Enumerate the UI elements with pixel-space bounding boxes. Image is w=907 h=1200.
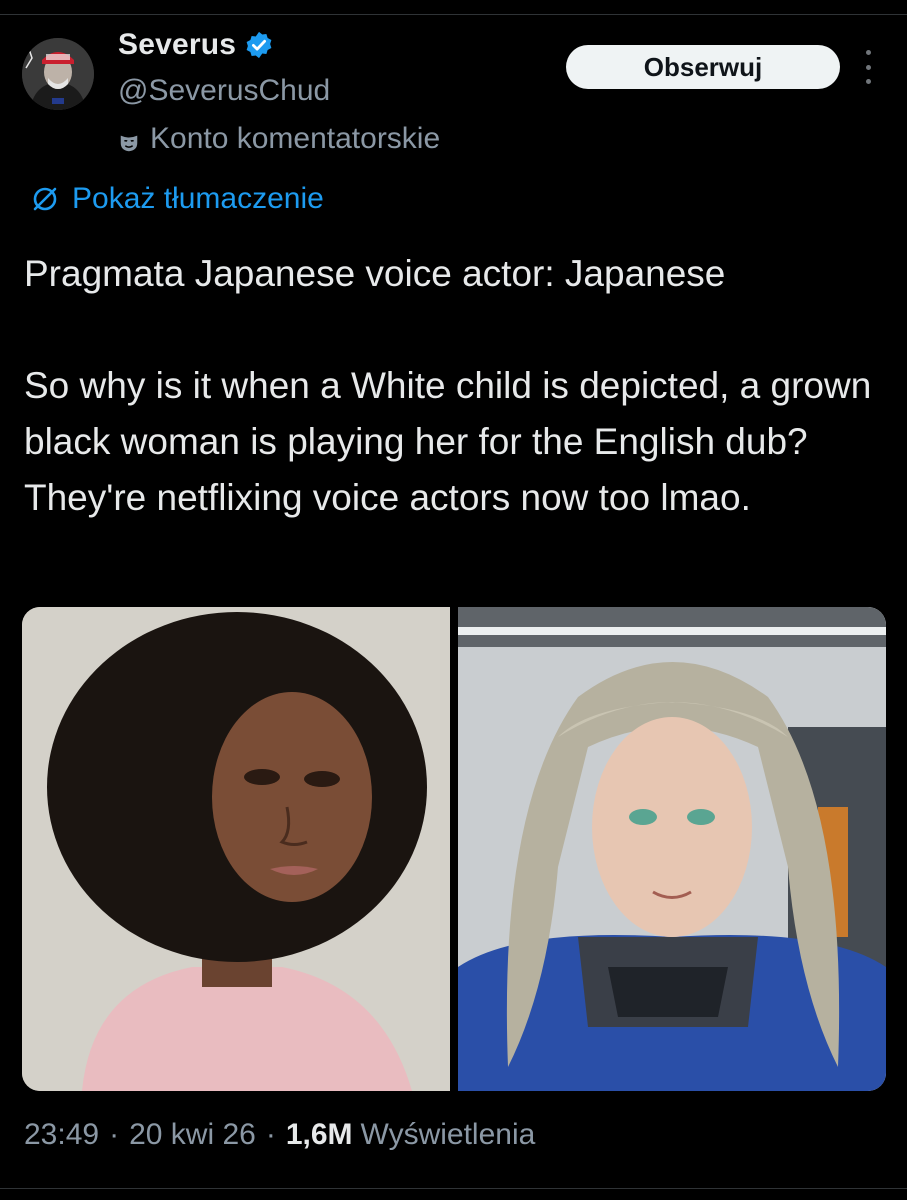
tweet-text: Pragmata Japanese voice actor: Japanese … (24, 253, 872, 518)
show-translation-link[interactable]: Pokaż tłumaczenie (28, 182, 324, 216)
author-avatar[interactable] (22, 38, 94, 110)
tweet-date[interactable]: 20 kwi 26 (129, 1118, 256, 1152)
views-count: 1,6M (285, 1118, 353, 1151)
media-photo-1[interactable] (22, 607, 450, 1091)
follow-button[interactable]: Obserwuj (566, 45, 840, 89)
author-display-name[interactable]: Severus (118, 28, 236, 62)
bottom-divider (0, 1188, 907, 1189)
tweet-meta: 23:49 · 20 kwi 26 · 1,6M Wyświetlenia (24, 1118, 535, 1152)
commentator-mask-icon (118, 128, 140, 152)
account-label[interactable]: Konto komentatorskie (118, 122, 440, 156)
translate-icon (28, 182, 62, 216)
author-name-row[interactable]: Severus (118, 28, 274, 62)
meta-separator: · (109, 1118, 120, 1151)
account-label-text: Konto komentatorskie (150, 122, 441, 155)
meta-separator: · (265, 1118, 276, 1151)
tweet-time[interactable]: 23:49 (24, 1118, 99, 1152)
more-vertical-icon[interactable] (860, 50, 876, 84)
show-translation-label[interactable]: Pokaż tłumaczenie (72, 182, 324, 216)
media-photo-2[interactable] (458, 607, 886, 1091)
verified-badge-icon[interactable] (244, 30, 274, 60)
views-label: Wyświetlenia (360, 1118, 536, 1151)
top-divider (0, 14, 907, 15)
author-handle[interactable]: @SeverusChud (118, 74, 330, 108)
